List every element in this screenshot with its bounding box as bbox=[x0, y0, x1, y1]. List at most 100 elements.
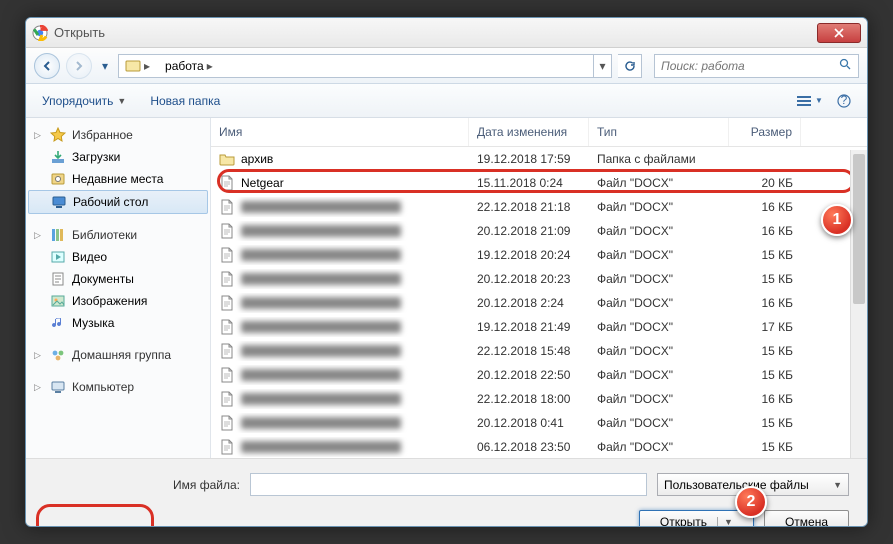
column-name[interactable]: Имя bbox=[211, 118, 469, 146]
view-mode-button[interactable]: ▼ bbox=[795, 90, 825, 112]
file-size: 16 КБ bbox=[729, 222, 801, 240]
document-icon bbox=[219, 391, 235, 407]
documents-icon bbox=[50, 271, 66, 287]
back-button[interactable] bbox=[34, 53, 60, 79]
pictures-icon bbox=[50, 293, 66, 309]
column-type[interactable]: Тип bbox=[589, 118, 729, 146]
file-name: архив bbox=[241, 152, 273, 166]
address-dropdown[interactable]: ▾ bbox=[593, 55, 611, 77]
file-row[interactable]: 06.12.2018 23:50Файл "DOCX"15 КБ bbox=[211, 435, 867, 458]
file-row[interactable]: 20.12.2018 21:09Файл "DOCX"16 КБ bbox=[211, 219, 867, 243]
cancel-button[interactable]: Отмена bbox=[764, 510, 849, 527]
address-segment[interactable]: работа▸ bbox=[159, 55, 222, 77]
file-size bbox=[729, 157, 801, 161]
sidebar-computer-header[interactable]: ▷Компьютер bbox=[26, 376, 210, 398]
file-name bbox=[241, 441, 401, 453]
file-date: 19.12.2018 21:49 bbox=[469, 318, 589, 336]
desktop-icon bbox=[51, 194, 67, 210]
filename-input[interactable] bbox=[250, 473, 647, 496]
file-name bbox=[241, 249, 401, 261]
file-size: 15 КБ bbox=[729, 438, 801, 456]
sidebar-libraries-label: Библиотеки bbox=[72, 228, 137, 242]
address-root-icon[interactable]: ▸ bbox=[119, 55, 159, 77]
scrollbar-thumb[interactable] bbox=[853, 154, 865, 304]
file-type: Файл "DOCX" bbox=[589, 270, 729, 288]
file-type: Файл "DOCX" bbox=[589, 246, 729, 264]
close-button[interactable] bbox=[817, 23, 861, 43]
folder-row[interactable]: архив19.12.2018 17:59Папка с файлами bbox=[211, 147, 867, 171]
file-type: Файл "DOCX" bbox=[589, 318, 729, 336]
window-title: Открыть bbox=[54, 25, 817, 40]
document-icon bbox=[219, 439, 235, 455]
star-icon bbox=[50, 127, 66, 143]
sidebar-libraries-header[interactable]: ▷Библиотеки bbox=[26, 224, 210, 246]
file-row[interactable]: 20.12.2018 0:41Файл "DOCX"15 КБ bbox=[211, 411, 867, 435]
file-type: Папка с файлами bbox=[589, 150, 729, 168]
file-date: 19.12.2018 20:24 bbox=[469, 246, 589, 264]
libraries-icon bbox=[50, 227, 66, 243]
file-row[interactable]: 22.12.2018 15:48Файл "DOCX"15 КБ bbox=[211, 339, 867, 363]
help-button[interactable]: ? bbox=[829, 90, 859, 112]
new-folder-label: Новая папка bbox=[150, 94, 220, 108]
sidebar-item-music[interactable]: Музыка bbox=[26, 312, 210, 334]
file-type: Файл "DOCX" bbox=[589, 294, 729, 312]
file-name bbox=[241, 297, 401, 309]
recent-places-icon bbox=[50, 171, 66, 187]
sidebar-favorites-header[interactable]: ▷Избранное bbox=[26, 124, 210, 146]
scrollbar[interactable] bbox=[850, 150, 867, 458]
sidebar-favorites-label: Избранное bbox=[72, 128, 133, 142]
organize-label: Упорядочить bbox=[42, 94, 113, 108]
file-row[interactable]: 19.12.2018 20:24Файл "DOCX"15 КБ bbox=[211, 243, 867, 267]
file-row[interactable]: 20.12.2018 20:23Файл "DOCX"15 КБ bbox=[211, 267, 867, 291]
file-row[interactable]: 20.12.2018 2:24Файл "DOCX"16 КБ bbox=[211, 291, 867, 315]
file-size: 15 КБ bbox=[729, 246, 801, 264]
document-icon bbox=[219, 175, 235, 191]
sidebar-item-pictures[interactable]: Изображения bbox=[26, 290, 210, 312]
sidebar-item-videos[interactable]: Видео bbox=[26, 246, 210, 268]
column-size[interactable]: Размер bbox=[729, 118, 801, 146]
column-date[interactable]: Дата изменения bbox=[469, 118, 589, 146]
open-button-label: Открыть bbox=[660, 515, 707, 527]
nav-history-dropdown[interactable]: ▾ bbox=[98, 53, 112, 79]
sidebar-item-label: Изображения bbox=[72, 294, 147, 308]
file-date: 22.12.2018 18:00 bbox=[469, 390, 589, 408]
forward-button[interactable] bbox=[66, 53, 92, 79]
file-row[interactable]: 22.12.2018 21:18Файл "DOCX"16 КБ bbox=[211, 195, 867, 219]
organize-menu[interactable]: Упорядочить ▼ bbox=[34, 90, 134, 112]
new-folder-button[interactable]: Новая папка bbox=[142, 90, 228, 112]
file-name bbox=[241, 321, 401, 333]
refresh-button[interactable] bbox=[618, 54, 642, 78]
file-name: Netgear bbox=[241, 176, 284, 190]
filename-label: Имя файла: bbox=[44, 478, 240, 492]
document-icon bbox=[219, 223, 235, 239]
sidebar-item-label: Документы bbox=[72, 272, 134, 286]
open-button[interactable]: Открыть ▼ bbox=[639, 510, 754, 527]
sidebar-item-desktop[interactable]: Рабочий стол bbox=[28, 190, 208, 214]
search-box[interactable] bbox=[654, 54, 859, 78]
file-type: Файл "DOCX" bbox=[589, 438, 729, 456]
file-date: 20.12.2018 22:50 bbox=[469, 366, 589, 384]
videos-icon bbox=[50, 249, 66, 265]
search-input[interactable] bbox=[661, 59, 839, 73]
file-size: 16 КБ bbox=[729, 390, 801, 408]
close-icon bbox=[834, 28, 844, 38]
document-icon bbox=[219, 247, 235, 263]
sidebar-homegroup-header[interactable]: ▷Домашняя группа bbox=[26, 344, 210, 366]
svg-text:?: ? bbox=[841, 94, 848, 107]
file-name bbox=[241, 417, 401, 429]
file-row[interactable]: 20.12.2018 22:50Файл "DOCX"15 КБ bbox=[211, 363, 867, 387]
open-button-dropdown[interactable]: ▼ bbox=[717, 517, 733, 527]
file-date: 20.12.2018 21:09 bbox=[469, 222, 589, 240]
file-row[interactable]: 19.12.2018 21:49Файл "DOCX"17 КБ bbox=[211, 315, 867, 339]
sidebar-item-documents[interactable]: Документы bbox=[26, 268, 210, 290]
sidebar-item-downloads[interactable]: Загрузки bbox=[26, 146, 210, 168]
address-bar[interactable]: ▸ работа▸ ▾ bbox=[118, 54, 612, 78]
file-row[interactable]: Netgear15.11.2018 0:24Файл "DOCX"20 КБ bbox=[211, 171, 867, 195]
file-list: Имя Дата изменения Тип Размер архив19.12… bbox=[211, 118, 867, 458]
file-name bbox=[241, 345, 401, 357]
file-type: Файл "DOCX" bbox=[589, 390, 729, 408]
sidebar-item-recent-places[interactable]: Недавние места bbox=[26, 168, 210, 190]
file-row[interactable]: 22.12.2018 18:00Файл "DOCX"16 КБ bbox=[211, 387, 867, 411]
folder-icon bbox=[219, 151, 235, 167]
file-size: 16 КБ bbox=[729, 294, 801, 312]
